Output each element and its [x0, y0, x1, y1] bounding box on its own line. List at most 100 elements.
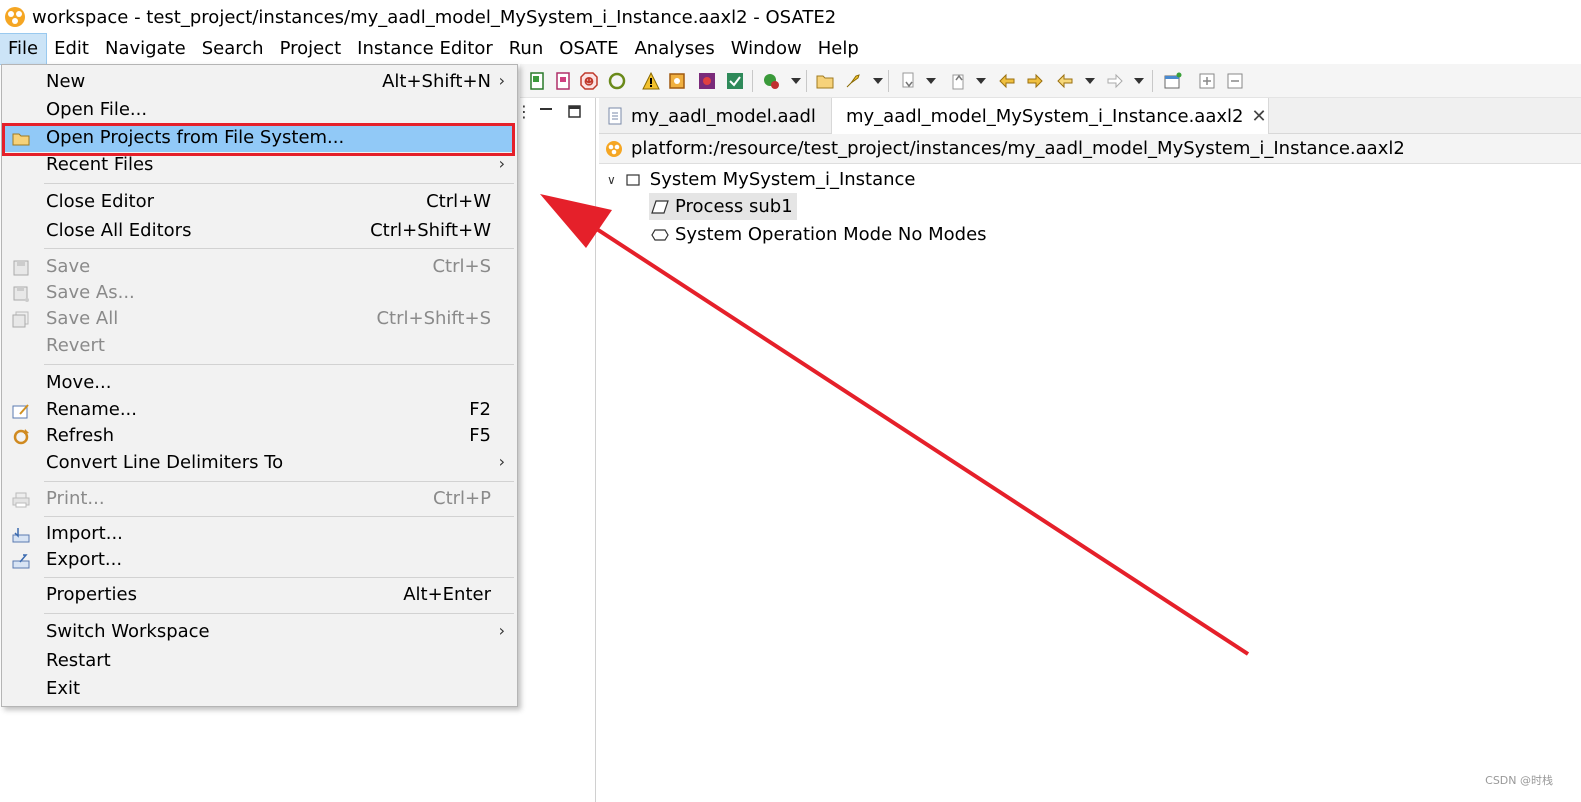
menu-item-label: Close All Editors	[46, 220, 192, 241]
tree-node-process[interactable]: Process sub1	[649, 193, 797, 220]
forward-dropdown-icon[interactable]	[1134, 78, 1144, 84]
menu-item-label: Save As...	[46, 282, 135, 303]
menu-item-open-file[interactable]: Open File...	[4, 97, 515, 124]
osate-resource-icon	[606, 140, 622, 157]
menu-item-save[interactable]: Save Ctrl+S	[4, 254, 515, 281]
menu-item-exit[interactable]: Exit	[4, 676, 515, 703]
previous-annotation-dropdown-icon[interactable]	[976, 78, 986, 84]
back-dropdown-icon[interactable]	[1085, 78, 1095, 84]
forward-edit-icon[interactable]	[1026, 72, 1044, 90]
title-bar: workspace - test_project/instances/my_aa…	[0, 0, 1581, 34]
menu-item-shortcut: Ctrl+Shift+S	[376, 308, 491, 329]
submenu-arrow-icon: ›	[498, 154, 505, 173]
menu-item-shortcut: Ctrl+Shift+W	[370, 220, 491, 241]
menu-separator	[44, 577, 514, 578]
shield-check-icon[interactable]	[726, 72, 744, 90]
warning-icon[interactable]	[642, 72, 660, 90]
menu-file[interactable]: File	[0, 33, 48, 65]
refresh-icon	[13, 429, 29, 445]
svg-text:☻: ☻	[584, 76, 594, 88]
editor-tabs: my_aadl_model.aadl my_aadl_model_MySyste…	[599, 98, 1581, 134]
last-edit-icon[interactable]	[998, 72, 1016, 90]
menu-run[interactable]: Run	[501, 34, 552, 64]
menu-item-refresh[interactable]: Refresh F5	[4, 423, 515, 450]
menu-item-properties[interactable]: Properties Alt+Enter	[4, 582, 515, 609]
menu-project[interactable]: Project	[272, 34, 350, 64]
watermark: CSDN @时栈	[1485, 774, 1553, 787]
menu-item-convert-line-delimiters[interactable]: Convert Line Delimiters To ›	[4, 450, 515, 477]
open-folder-icon[interactable]	[816, 72, 834, 90]
open-perspective-icon[interactable]	[1164, 72, 1182, 90]
minimize-icon[interactable]	[540, 108, 552, 112]
menu-item-switch-workspace[interactable]: Switch Workspace ›	[4, 619, 515, 646]
menu-separator	[44, 613, 514, 614]
aadl-file-icon	[608, 107, 622, 125]
menu-osate[interactable]: OSATE	[551, 34, 626, 64]
menu-item-restart[interactable]: Restart	[4, 648, 515, 675]
menu-help[interactable]: Help	[810, 34, 867, 64]
rocket-dropdown-icon[interactable]	[873, 78, 883, 84]
menu-item-label: Rename...	[46, 399, 137, 420]
menu-item-close-editor[interactable]: Close Editor Ctrl+W	[4, 189, 515, 216]
menu-item-label: Properties	[46, 584, 137, 605]
tree-node-label: System MySystem_i_Instance	[649, 169, 916, 190]
menu-analyses[interactable]: Analyses	[626, 34, 722, 64]
menu-item-move[interactable]: Move...	[4, 370, 515, 397]
menu-item-label: Move...	[46, 372, 112, 393]
view-menu-icon[interactable]: ⋮	[516, 102, 532, 121]
package-icon[interactable]	[668, 72, 686, 90]
menu-item-shortcut: F5	[469, 425, 491, 446]
back-icon[interactable]	[1056, 72, 1074, 90]
new-file-icon[interactable]	[528, 72, 546, 90]
previous-annotation-icon[interactable]	[950, 72, 968, 90]
menu-item-print[interactable]: Print... Ctrl+P	[4, 486, 515, 513]
maximize-icon[interactable]	[568, 105, 581, 118]
menu-item-export[interactable]: Export...	[4, 547, 515, 574]
menu-item-import[interactable]: Import...	[4, 521, 515, 548]
menu-instance-editor[interactable]: Instance Editor	[349, 34, 501, 64]
document-icon[interactable]	[554, 72, 572, 90]
tree-node-label: Process sub1	[675, 196, 793, 217]
run-icon[interactable]	[762, 72, 780, 90]
menu-item-revert[interactable]: Revert	[4, 333, 515, 360]
menu-item-save-as[interactable]: Save As...	[4, 280, 515, 307]
model-icon[interactable]	[698, 72, 716, 90]
main-toolbar: ☻	[520, 64, 1581, 98]
close-tab-icon[interactable]: ✕	[1251, 106, 1266, 127]
tab-label: my_aadl_model_MySystem_i_Instance.aaxl2	[846, 105, 1244, 127]
save-icon	[13, 260, 29, 276]
tree-node-mode[interactable]: System Operation Mode No Modes	[651, 221, 987, 248]
menu-item-label: Exit	[46, 678, 81, 699]
menu-item-recent-files[interactable]: Recent Files ›	[4, 152, 515, 179]
menu-item-label: New	[46, 71, 86, 92]
run-dropdown-icon[interactable]	[791, 78, 801, 84]
next-annotation-icon[interactable]	[900, 72, 918, 90]
expand-all-icon[interactable]	[1198, 72, 1216, 90]
menu-edit[interactable]: Edit	[46, 34, 97, 64]
stop-icon[interactable]: ☻	[580, 72, 598, 90]
menu-item-label: Recent Files	[46, 154, 154, 175]
circle-icon[interactable]	[608, 72, 626, 90]
toolbar-separator	[888, 70, 889, 92]
rocket-icon[interactable]	[844, 72, 862, 90]
menu-window[interactable]: Window	[723, 34, 810, 64]
menu-item-rename[interactable]: Rename... F2	[4, 397, 515, 424]
menu-item-save-all[interactable]: Save All Ctrl+Shift+S	[4, 306, 515, 333]
menu-item-close-all-editors[interactable]: Close All Editors Ctrl+Shift+W	[4, 218, 515, 245]
tab-instance-model[interactable]: my_aadl_model_MySystem_i_Instance.aaxl2 …	[831, 98, 1269, 134]
tree-node-label: System Operation Mode No Modes	[675, 224, 987, 245]
submenu-arrow-icon: ›	[498, 71, 505, 90]
collapse-all-icon[interactable]	[1226, 72, 1244, 90]
menu-item-label: Export...	[46, 549, 123, 570]
tree-node-system[interactable]: ∨ System MySystem_i_Instance	[607, 166, 916, 193]
mode-icon	[651, 228, 669, 241]
menu-search[interactable]: Search	[194, 34, 272, 64]
submenu-arrow-icon: ›	[498, 452, 505, 471]
menu-navigate[interactable]: Navigate	[97, 34, 194, 64]
chevron-down-icon[interactable]: ∨	[607, 173, 616, 187]
forward-icon[interactable]	[1106, 72, 1124, 90]
tab-aadl-model[interactable]: my_aadl_model.aadl	[599, 98, 831, 134]
menu-item-new[interactable]: New Alt+Shift+N ›	[4, 69, 515, 96]
next-annotation-dropdown-icon[interactable]	[926, 78, 936, 84]
menu-item-shortcut: Ctrl+W	[426, 191, 491, 212]
